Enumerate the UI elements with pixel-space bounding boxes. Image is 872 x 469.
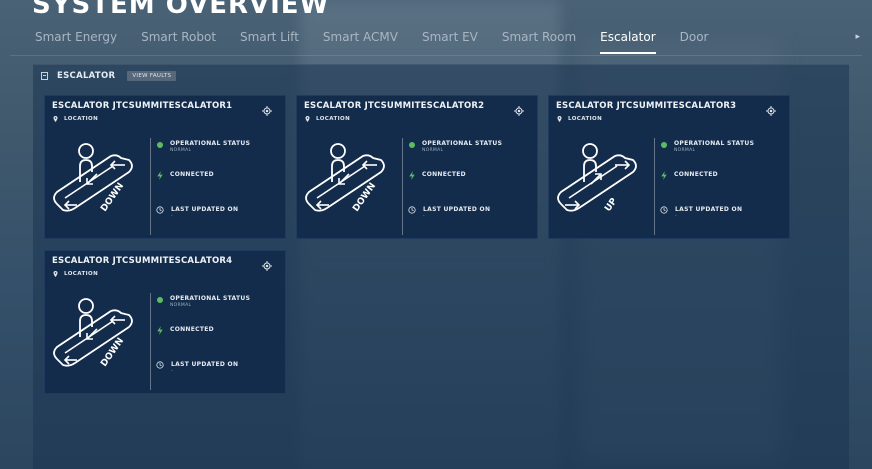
location-label: LOCATION [316,116,351,122]
direction-label: DOWN [351,181,378,213]
operational-status-label: OPERATIONAL STATUS [170,140,251,147]
card-title: ESCALATOR JTCSUMMITESCALATOR3 [556,101,737,111]
location-pin-icon [53,116,58,122]
bolt-icon [661,171,667,180]
card-divider [654,138,655,235]
operational-status-label: OPERATIONAL STATUS [170,295,251,302]
location-pin-icon [53,271,58,277]
card-location: LOCATION [53,116,98,122]
tab-smart-energy[interactable]: Smart Energy [35,30,117,54]
operational-status-row: OPERATIONAL STATUS NORMAL [157,140,250,153]
escalator-icon: DOWN [53,298,133,369]
clock-icon [660,206,668,214]
bolt-icon [409,171,415,180]
tab-smart-room[interactable]: Smart Room [502,30,576,54]
escalator-card-3[interactable]: ESCALATOR JTCSUMMITESCALATOR3 LOCATION U… [548,95,790,239]
clock-icon [408,206,416,214]
last-updated-row: LAST UPDATED ON - [408,206,491,219]
direction-label: UP [603,196,619,213]
connected-row: CONNECTED [409,171,466,180]
locate-icon[interactable] [514,106,524,116]
connected-row: CONNECTED [661,171,718,180]
operational-status-value: NORMAL [674,148,696,153]
location-label: LOCATION [568,116,603,122]
status-dot-icon [157,297,163,303]
card-divider [150,138,151,235]
last-updated-value: - [675,214,677,219]
operational-status-row: OPERATIONAL STATUS NORMAL [661,140,754,153]
location-pin-icon [305,116,310,122]
tab-bar: Smart Energy Smart Robot Smart Lift Smar… [35,30,732,54]
escalator-icon: DOWN [305,143,385,214]
operational-status-label: OPERATIONAL STATUS [422,140,503,147]
panel-title: ESCALATOR [57,71,116,81]
clock-icon [156,206,164,214]
connected-row: CONNECTED [157,326,214,335]
last-updated-row: LAST UPDATED ON - [156,206,239,219]
status-dot-icon [409,142,415,148]
last-updated-value: - [423,214,425,219]
location-label: LOCATION [64,116,99,122]
last-updated-row: LAST UPDATED ON - [156,361,239,374]
operational-status-row: OPERATIONAL STATUS NORMAL [157,295,250,308]
direction-label: DOWN [99,336,126,368]
tab-escalator[interactable]: Escalator [600,30,656,54]
card-title: ESCALATOR JTCSUMMITESCALATOR2 [304,101,485,111]
card-location: LOCATION [305,116,350,122]
last-updated-label: LAST UPDATED ON [171,361,239,368]
last-updated-value: - [171,369,173,374]
page-title: SYSTEM OVERVIEW [32,0,330,20]
locate-icon[interactable] [766,106,776,116]
connected-label: CONNECTED [674,171,718,178]
locate-icon[interactable] [262,106,272,116]
connected-row: CONNECTED [157,171,214,180]
last-updated-label: LAST UPDATED ON [675,206,743,213]
operational-status-value: NORMAL [422,148,444,153]
connected-label: CONNECTED [170,171,214,178]
escalator-card-2[interactable]: ESCALATOR JTCSUMMITESCALATOR2 LOCATION D… [296,95,538,239]
location-label: LOCATION [64,271,99,277]
operational-status-label: OPERATIONAL STATUS [674,140,755,147]
direction-label: DOWN [99,181,126,213]
last-updated-label: LAST UPDATED ON [171,206,239,213]
view-faults-button[interactable]: VIEW FAULTS [127,71,177,81]
operational-status-value: NORMAL [170,148,192,153]
tab-smart-robot[interactable]: Smart Robot [141,30,216,54]
card-divider [402,138,403,235]
operational-status-value: NORMAL [170,303,192,308]
tab-door[interactable]: Door [680,30,709,54]
bolt-icon [157,326,163,335]
list-icon [41,72,48,80]
card-location: LOCATION [557,116,602,122]
escalator-card-1[interactable]: ESCALATOR JTCSUMMITESCALATOR1 LOCATION D… [44,95,286,239]
bolt-icon [157,171,163,180]
card-title: ESCALATOR JTCSUMMITESCALATOR4 [52,256,233,266]
card-title: ESCALATOR JTCSUMMITESCALATOR1 [52,101,233,111]
locate-icon[interactable] [262,261,272,271]
clock-icon [156,361,164,369]
triangle-right-icon[interactable]: ▸ [855,32,860,42]
status-dot-icon [157,142,163,148]
escalator-icon: DOWN [53,143,133,214]
card-location: LOCATION [53,271,98,277]
last-updated-label: LAST UPDATED ON [423,206,491,213]
escalator-icon: UP [557,143,637,214]
panel-header: ESCALATOR VIEW FAULTS [41,69,177,83]
tab-divider [10,55,862,56]
location-pin-icon [557,116,562,122]
connected-label: CONNECTED [170,326,214,333]
connected-label: CONNECTED [422,171,466,178]
tab-smart-lift[interactable]: Smart Lift [240,30,299,54]
last-updated-value: - [171,214,173,219]
tab-smart-acmv[interactable]: Smart ACMV [323,30,398,54]
card-divider [150,293,151,390]
last-updated-row: LAST UPDATED ON - [660,206,743,219]
status-dot-icon [661,142,667,148]
tab-smart-ev[interactable]: Smart EV [422,30,478,54]
operational-status-row: OPERATIONAL STATUS NORMAL [409,140,502,153]
escalator-card-4[interactable]: ESCALATOR JTCSUMMITESCALATOR4 LOCATION D… [44,250,286,394]
